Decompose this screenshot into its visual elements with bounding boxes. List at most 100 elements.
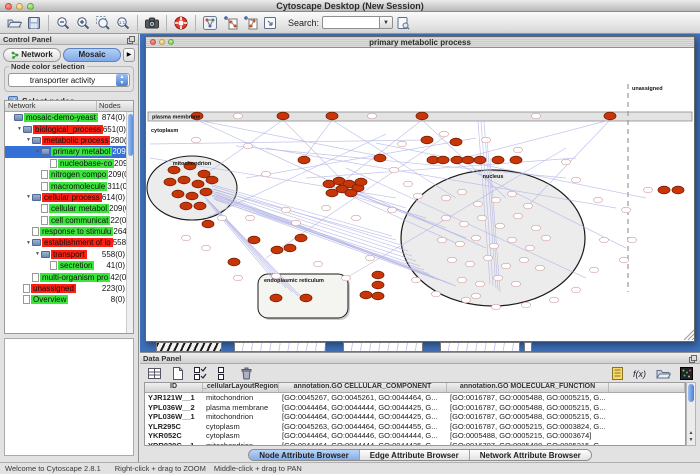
- table-row[interactable]: YPL036W__1mitochondrion[GO:0044464, GO:0…: [145, 412, 685, 422]
- background-window-fragment[interactable]: [156, 342, 222, 352]
- window-resize-grip[interactable]: [684, 330, 694, 340]
- network-node-selected-red[interactable]: [277, 112, 289, 120]
- network-window[interactable]: primary metabolic process plasma membran…: [145, 36, 695, 342]
- column-header[interactable]: ID: [145, 383, 203, 392]
- open-folder-icon[interactable]: [4, 14, 24, 32]
- network-node[interactable]: [192, 137, 201, 143]
- network-node-selected-red[interactable]: [192, 180, 204, 188]
- network-node[interactable]: [466, 261, 475, 267]
- birdseye-view[interactable]: [4, 338, 134, 456]
- attribute-list-icon[interactable]: [607, 364, 627, 382]
- tree-row[interactable]: ▼establishment of lo558(0): [5, 237, 133, 248]
- network-node-selected-red[interactable]: [194, 202, 206, 210]
- network-node[interactable]: [440, 131, 449, 137]
- tree-row[interactable]: response to stimulu264(0): [5, 226, 133, 237]
- network-node[interactable]: [492, 304, 501, 310]
- network-node[interactable]: [476, 281, 485, 287]
- network-node-selected-red[interactable]: [178, 176, 190, 184]
- network-node-selected-red[interactable]: [672, 186, 684, 194]
- table-row[interactable]: YJR121W__1mitochondrion[GO:0045267, GO:0…: [145, 393, 685, 403]
- new-attribute-icon[interactable]: [167, 364, 187, 382]
- network-node-selected-red[interactable]: [345, 189, 357, 197]
- network-node[interactable]: [342, 275, 351, 281]
- select-attributes-icon[interactable]: [190, 364, 210, 382]
- app-titlebar[interactable]: Cytoscape Desktop (New Session): [0, 0, 700, 12]
- network-node-selected-red[interactable]: [300, 294, 312, 302]
- network-node[interactable]: [594, 197, 603, 203]
- network-node[interactable]: [478, 215, 487, 221]
- network-node[interactable]: [234, 275, 243, 281]
- network-node[interactable]: [366, 255, 375, 261]
- network-node[interactable]: [572, 287, 581, 293]
- network-node-selected-red[interactable]: [658, 186, 670, 194]
- tree-row[interactable]: ▼primary metabol209(...: [5, 146, 133, 157]
- network-node-selected-red[interactable]: [248, 236, 260, 244]
- network-node-selected-red[interactable]: [492, 156, 504, 164]
- network-node-selected-red[interactable]: [372, 281, 384, 289]
- network-node[interactable]: [628, 237, 637, 243]
- network-node-selected-red[interactable]: [326, 189, 338, 197]
- snapshot-camera-icon[interactable]: [142, 14, 162, 32]
- network-node[interactable]: [474, 201, 483, 207]
- network-node[interactable]: [522, 302, 531, 308]
- tree-row[interactable]: secretion41(0): [5, 260, 133, 271]
- zoom-in-icon[interactable]: [73, 14, 93, 32]
- layout-one-icon[interactable]: [220, 14, 240, 32]
- layout-two-icon[interactable]: [240, 14, 260, 32]
- network-node[interactable]: [600, 237, 609, 243]
- tree-row[interactable]: macromolecule311(0): [5, 180, 133, 191]
- network-node[interactable]: [644, 187, 653, 193]
- network-node[interactable]: [448, 257, 457, 263]
- tree-scrollbar-thumb[interactable]: [128, 114, 133, 156]
- network-node-selected-red[interactable]: [326, 112, 338, 120]
- tree-row[interactable]: ▼metabolic process280(0): [5, 135, 133, 146]
- search-input[interactable]: [322, 16, 380, 29]
- network-node-selected-red[interactable]: [270, 294, 282, 302]
- tree-row[interactable]: cell communicat22(0): [5, 215, 133, 226]
- tree-row[interactable]: unassigned223(0): [5, 283, 133, 294]
- column-header[interactable]: annotation.GO CELLULAR_COMPONENT: [279, 383, 447, 392]
- network-node[interactable]: [292, 220, 301, 226]
- tab-edge-attribute-browser[interactable]: Edge Attribute Browser: [360, 450, 470, 460]
- network-node[interactable]: [508, 191, 517, 197]
- network-node-selected-red[interactable]: [206, 176, 218, 184]
- unselect-attributes-icon[interactable]: [213, 364, 233, 382]
- tree-row[interactable]: ▼transport558(0): [5, 249, 133, 260]
- tab-node-attribute-browser[interactable]: Node Attribute Browser: [249, 450, 360, 460]
- network-node[interactable]: [532, 113, 541, 119]
- network-node[interactable]: [524, 203, 533, 209]
- float-panel-icon[interactable]: [127, 36, 135, 44]
- network-node[interactable]: [482, 137, 491, 143]
- disclosure-triangle-icon[interactable]: ▼: [34, 251, 41, 257]
- zoom-fit-icon[interactable]: 1:1: [113, 14, 133, 32]
- column-header[interactable]: annotation.GO MOLECULAR_FUNCTION: [447, 383, 609, 392]
- network-node[interactable]: [262, 171, 271, 177]
- network-node[interactable]: [322, 205, 331, 211]
- network-node[interactable]: [496, 223, 505, 229]
- network-node-selected-red[interactable]: [421, 136, 433, 144]
- help-lifesaver-icon[interactable]: [171, 14, 191, 32]
- zoom-selected-icon[interactable]: [93, 14, 113, 32]
- network-node[interactable]: [572, 177, 581, 183]
- network-node[interactable]: [526, 245, 535, 251]
- network-node[interactable]: [532, 225, 541, 231]
- network-node-selected-red[interactable]: [374, 154, 386, 162]
- network-node-selected-red[interactable]: [437, 156, 449, 164]
- network-node[interactable]: [622, 207, 631, 213]
- network-node[interactable]: [550, 297, 559, 303]
- table-scrollbar-arrows[interactable]: ▲▼: [687, 430, 695, 444]
- network-node-selected-red[interactable]: [180, 202, 192, 210]
- tree-row[interactable]: ▼cellular process614(0): [5, 192, 133, 203]
- table-row[interactable]: YDR039C__1mitochondrion[GO:0044464, GO:0…: [145, 441, 685, 447]
- network-node[interactable]: [458, 189, 467, 195]
- network-node[interactable]: [536, 265, 545, 271]
- network-node-selected-red[interactable]: [360, 291, 372, 299]
- network-node[interactable]: [282, 207, 291, 213]
- network-node-selected-red[interactable]: [228, 258, 240, 266]
- float-panel-icon[interactable]: [689, 355, 697, 363]
- search-dropdown-button[interactable]: ▼: [380, 16, 393, 29]
- attribute-table-header[interactable]: ID_cellularLayoutRegionannotation.GO CEL…: [145, 383, 685, 393]
- background-window-fragment[interactable]: [343, 342, 423, 352]
- network-node[interactable]: [458, 277, 467, 283]
- network-node[interactable]: [520, 257, 529, 263]
